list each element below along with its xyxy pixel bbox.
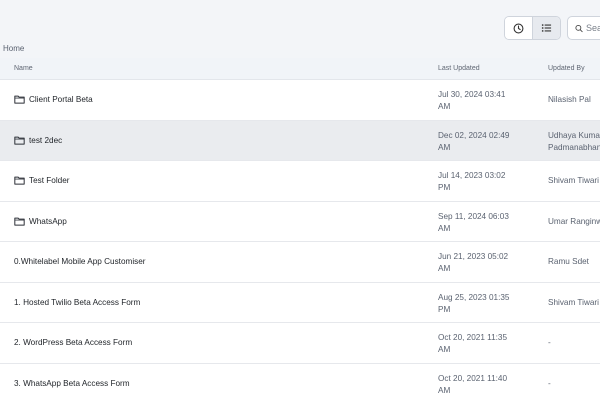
row-updated-by: Umar Ranginwala	[548, 216, 600, 228]
top-bar	[0, 0, 600, 44]
row-updated-by: -	[548, 337, 600, 349]
row-last-updated: Aug 25, 2023 01:35 PM	[438, 292, 528, 316]
date-line: Oct 20, 2021 11:35	[438, 333, 508, 342]
updated-by-name: Udhaya Kumar	[548, 130, 600, 140]
updated-by-name: -	[548, 378, 551, 388]
clock-icon	[513, 23, 524, 33]
date-line: Jun 21, 2023 05:02	[438, 252, 509, 261]
folder-icon	[14, 217, 25, 226]
row-last-updated: Jun 21, 2023 05:02 AM	[438, 251, 528, 275]
date-line: Oct 20, 2021 11:40	[438, 373, 508, 383]
updated-by-name: Umar Ranginwala	[548, 216, 600, 226]
list-view-icon	[542, 24, 552, 32]
header-last-updated[interactable]: Last Updated	[438, 65, 480, 72]
row-updated-by: -	[548, 378, 600, 390]
row-name-cell[interactable]: Test Folder	[14, 161, 70, 201]
row-name: test 2dec	[29, 135, 63, 145]
row-updated-by: Ramu Sdet	[548, 256, 600, 268]
time-period: PM	[438, 183, 451, 192]
table-header: Name Last Updated Updated By	[0, 58, 600, 80]
time-period: AM	[438, 385, 451, 395]
folder-row[interactable]: test 2dec Dec 02, 2024 02:49 AM Udhaya Kuma…	[0, 120, 600, 161]
row-name-cell[interactable]: 3. WhatsApp Beta Access Form	[14, 364, 130, 400]
time-period: AM	[438, 142, 451, 152]
folder-row[interactable]: Test Folder Jul 14, 2023 03:02 PM Shivam Ti…	[0, 161, 600, 202]
folder-icon	[14, 95, 25, 104]
time-period: AM	[438, 223, 451, 233]
date-line: Aug 25, 2023 01:35	[438, 292, 510, 302]
row-updated-by: Shivam Tiwari	[548, 175, 600, 187]
time-period: AM	[438, 345, 451, 354]
updated-by-name: Ramu Sdet	[548, 257, 589, 266]
row-name: 2. WordPress Beta Access Form	[14, 338, 133, 348]
updated-by-name: Nilasish Pal	[548, 95, 591, 104]
row-last-updated: Oct 20, 2021 11:35 AM	[438, 332, 528, 356]
folder-icon	[14, 136, 25, 145]
row-name-cell[interactable]: Client Portal Beta	[14, 80, 93, 120]
row-last-updated: Sep 11, 2024 06:03 AM	[438, 211, 528, 235]
view-toggle-group	[504, 16, 561, 40]
row-last-updated: Jul 14, 2023 03:02 PM	[438, 170, 528, 194]
updated-by-name: -	[548, 338, 551, 347]
time-period: AM	[438, 102, 451, 111]
row-updated-by: Nilasish Pal	[548, 94, 600, 106]
breadcrumb[interactable]: Home	[3, 44, 24, 53]
search-input[interactable]	[586, 23, 600, 33]
time-period: PM	[438, 304, 451, 314]
form-row[interactable]: 2. WordPress Beta Access Form Oct 20, 202…	[0, 323, 600, 364]
search-box[interactable]	[567, 16, 600, 40]
folder-row[interactable]: Client Portal Beta Jul 30, 2024 03:41 AM Ni…	[0, 80, 600, 121]
search-icon	[575, 24, 583, 32]
row-name: 0.Whitelabel Mobile App Customiser	[14, 257, 146, 267]
row-last-updated: Dec 02, 2024 02:49 AM	[438, 130, 528, 154]
time-period: AM	[438, 264, 451, 273]
form-row[interactable]: 3. WhatsApp Beta Access Form Oct 20, 2021…	[0, 363, 600, 400]
date-line: Dec 02, 2024 02:49	[438, 130, 510, 140]
row-updated-by: Udhaya Kumar Padmanabhan	[548, 130, 600, 154]
folder-icon	[14, 176, 25, 185]
row-name-cell[interactable]: 2. WordPress Beta Access Form	[14, 323, 132, 363]
row-updated-by: Shivam Tiwari	[548, 297, 600, 309]
row-name: 3. WhatsApp Beta Access Form	[14, 378, 130, 388]
updated-by-name-cont: Padmanabhan	[548, 142, 600, 152]
updated-by-name: Shivam Tiwari	[548, 176, 599, 185]
updated-by-name: Shivam Tiwari	[548, 297, 599, 307]
table-body: Client Portal Beta Jul 30, 2024 03:41 AM Ni…	[0, 80, 600, 400]
row-name-cell[interactable]: WhatsApp	[14, 202, 67, 242]
folder-row[interactable]: WhatsApp Sep 11, 2024 06:03 AM Umar Ranginw…	[0, 201, 600, 242]
row-name-cell[interactable]: test 2dec	[14, 121, 62, 161]
header-updated-by[interactable]: Updated By	[548, 65, 585, 72]
recent-button[interactable]	[505, 17, 533, 39]
row-name-cell[interactable]: 1. Hosted Twilio Beta Access Form	[14, 283, 140, 323]
date-line: Sep 11, 2024 06:03	[438, 211, 509, 221]
date-line: Jul 30, 2024 03:41	[438, 90, 506, 99]
header-name[interactable]: Name	[14, 65, 33, 72]
row-name: Test Folder	[29, 176, 70, 186]
form-row[interactable]: 1. Hosted Twilio Beta Access Form Aug 25,…	[0, 282, 600, 323]
row-name: Client Portal Beta	[29, 95, 93, 105]
list-view-button[interactable]	[532, 17, 560, 39]
row-last-updated: Oct 20, 2021 11:40 AM	[438, 373, 528, 397]
row-name: WhatsApp	[29, 216, 67, 226]
date-line: Jul 14, 2023 03:02	[438, 171, 506, 180]
row-last-updated: Jul 30, 2024 03:41 AM	[438, 89, 528, 113]
form-row[interactable]: 0.Whitelabel Mobile App Customiser Jun 21…	[0, 242, 600, 283]
row-name: 1. Hosted Twilio Beta Access Form	[14, 297, 141, 307]
files-table: Name Last Updated Updated By Client Port…	[0, 58, 600, 400]
row-name-cell[interactable]: 0.Whitelabel Mobile App Customiser	[14, 242, 146, 282]
